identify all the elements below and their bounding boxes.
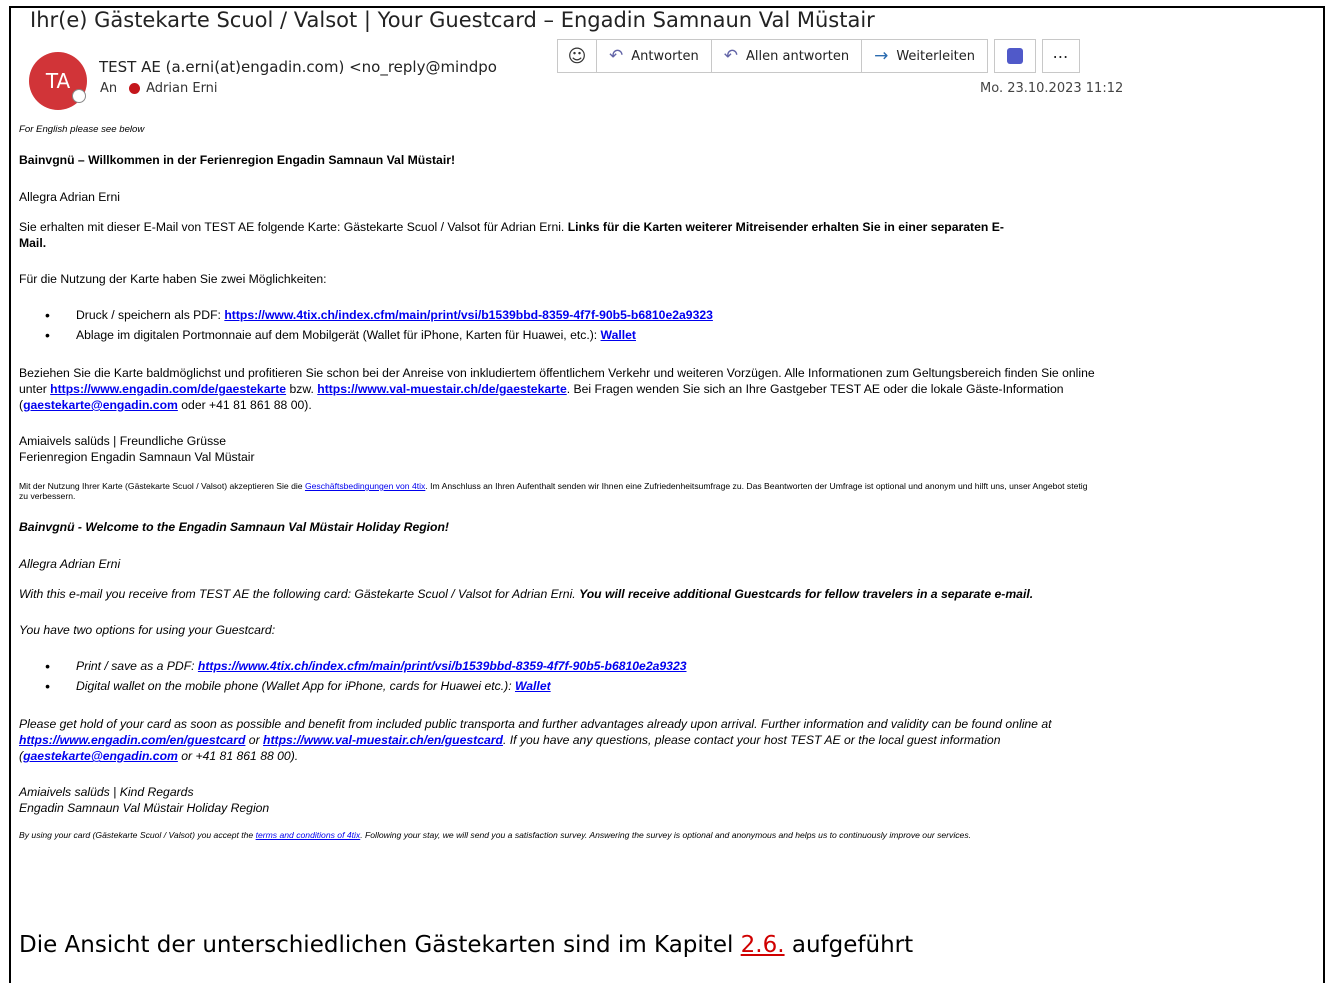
chapter-reference-link[interactable]: 2.6.	[741, 932, 785, 958]
sent-date: Mo. 23.10.2023 11:12	[980, 81, 1124, 96]
to-label: An	[100, 81, 118, 96]
email-body: For English please see below Bainvgnü – …	[19, 124, 1129, 840]
de-intro: Sie erhalten mit dieser E-Mail von TEST …	[19, 220, 1004, 250]
de-terms: Mit der Nutzung Ihrer Karte (Gästekarte …	[19, 481, 1088, 501]
list-item: Digital wallet on the mobile phone (Wall…	[19, 678, 1129, 694]
emoji-button[interactable]: ☺	[557, 39, 597, 73]
list-item: Druck / speichern als PDF: https://www.4…	[19, 307, 1129, 323]
de-email-link[interactable]: gaestekarte@engadin.com	[23, 398, 178, 412]
en-wallet-link[interactable]: Wallet	[515, 679, 551, 693]
de-closing-2: Ferienregion Engadin Samnaun Val Müstair	[19, 450, 255, 464]
teams-icon	[1007, 48, 1024, 64]
sender-name[interactable]: TEST AE (a.erni(at)engadin.com) <no_repl…	[99, 58, 525, 76]
list-item: Ablage im digitalen Portmonnaie auf dem …	[19, 327, 1129, 343]
for-english-note: For English please see below	[19, 124, 145, 135]
list-item: Print / save as a PDF: https://www.4tix.…	[19, 658, 1129, 674]
recipient-name[interactable]: Adrian Erni	[146, 81, 217, 96]
de-pdf-link[interactable]: https://www.4tix.ch/index.cfm/main/print…	[224, 308, 713, 322]
document-caption: Die Ansicht der unterschiedlichen Gästek…	[19, 932, 914, 958]
de-options-list: Druck / speichern als PDF: https://www.4…	[19, 307, 1129, 343]
forward-icon: →	[874, 45, 889, 66]
reply-all-button[interactable]: ↶ Allen antworten	[711, 39, 863, 73]
forward-label: Weiterleiten	[896, 48, 976, 64]
more-actions-button[interactable]: ⋯	[1042, 39, 1081, 73]
en-engadin-link[interactable]: https://www.engadin.com/en/guestcard	[19, 733, 245, 747]
reply-button[interactable]: ↶ Antworten	[597, 39, 712, 73]
en-options: You have two options for using your Gues…	[19, 623, 276, 637]
de-welcome-heading: Bainvgnü – Willkommen in der Ferienregio…	[19, 153, 456, 167]
de-closing-1: Amiaivels salüds | Freundliche Grüsse	[19, 434, 227, 448]
en-info-paragraph: Please get hold of your card as soon as …	[19, 717, 1052, 763]
de-engadin-link[interactable]: https://www.engadin.com/de/gaestekarte	[50, 382, 286, 396]
de-info-paragraph: Beziehen Sie die Karte baldmöglichst und…	[19, 366, 1095, 412]
en-terms-link[interactable]: terms and conditions of 4tix	[256, 830, 361, 840]
en-greeting: Allegra Adrian Erni	[19, 557, 121, 571]
de-options: Für die Nutzung der Karte haben Sie zwei…	[19, 272, 327, 286]
en-welcome-heading: Bainvgnü - Welcome to the Engadin Samnau…	[19, 520, 449, 534]
smiley-icon: ☺	[567, 45, 587, 67]
reply-icon: ↶	[609, 45, 624, 66]
reply-label: Antworten	[631, 48, 699, 64]
more-icon: ⋯	[1052, 46, 1070, 66]
en-terms: By using your card (Gästekarte Scuol / V…	[19, 830, 972, 840]
reply-all-icon: ↶	[723, 45, 738, 66]
de-greeting: Allegra Adrian Erni	[19, 190, 120, 204]
en-options-list: Print / save as a PDF: https://www.4tix.…	[19, 658, 1129, 694]
en-muestair-link[interactable]: https://www.val-muestair.ch/en/guestcard	[263, 733, 503, 747]
recipient-row: An Adrian Erni	[100, 81, 218, 96]
de-wallet-link[interactable]: Wallet	[601, 328, 636, 342]
forward-button[interactable]: → Weiterleiten	[862, 39, 989, 73]
en-email-link[interactable]: gaestekarte@engadin.com	[23, 749, 178, 763]
en-intro: With this e-mail you receive from TEST A…	[19, 587, 1034, 601]
en-closing-2: Engadin Samnaun Val Müstair Holiday Regi…	[19, 801, 270, 815]
en-closing-1: Amiaivels salüds | Kind Regards	[19, 785, 194, 799]
presence-status-icon	[72, 89, 86, 103]
teams-button[interactable]	[994, 39, 1037, 73]
de-muestair-link[interactable]: https://www.val-muestair.ch/de/gaestekar…	[317, 382, 566, 396]
email-subject: Ihr(e) Gästekarte Scuol / Valsot | Your …	[30, 8, 875, 32]
de-terms-link[interactable]: Geschäftsbedingungen von 4tix	[305, 481, 425, 491]
avatar-initials: TA	[45, 69, 71, 93]
reply-all-label: Allen antworten	[746, 48, 850, 64]
en-pdf-link[interactable]: https://www.4tix.ch/index.cfm/main/print…	[198, 659, 687, 673]
recipient-status-icon	[129, 83, 141, 94]
message-toolbar: ☺ ↶ Antworten ↶ Allen antworten → Weiter…	[557, 39, 1081, 73]
